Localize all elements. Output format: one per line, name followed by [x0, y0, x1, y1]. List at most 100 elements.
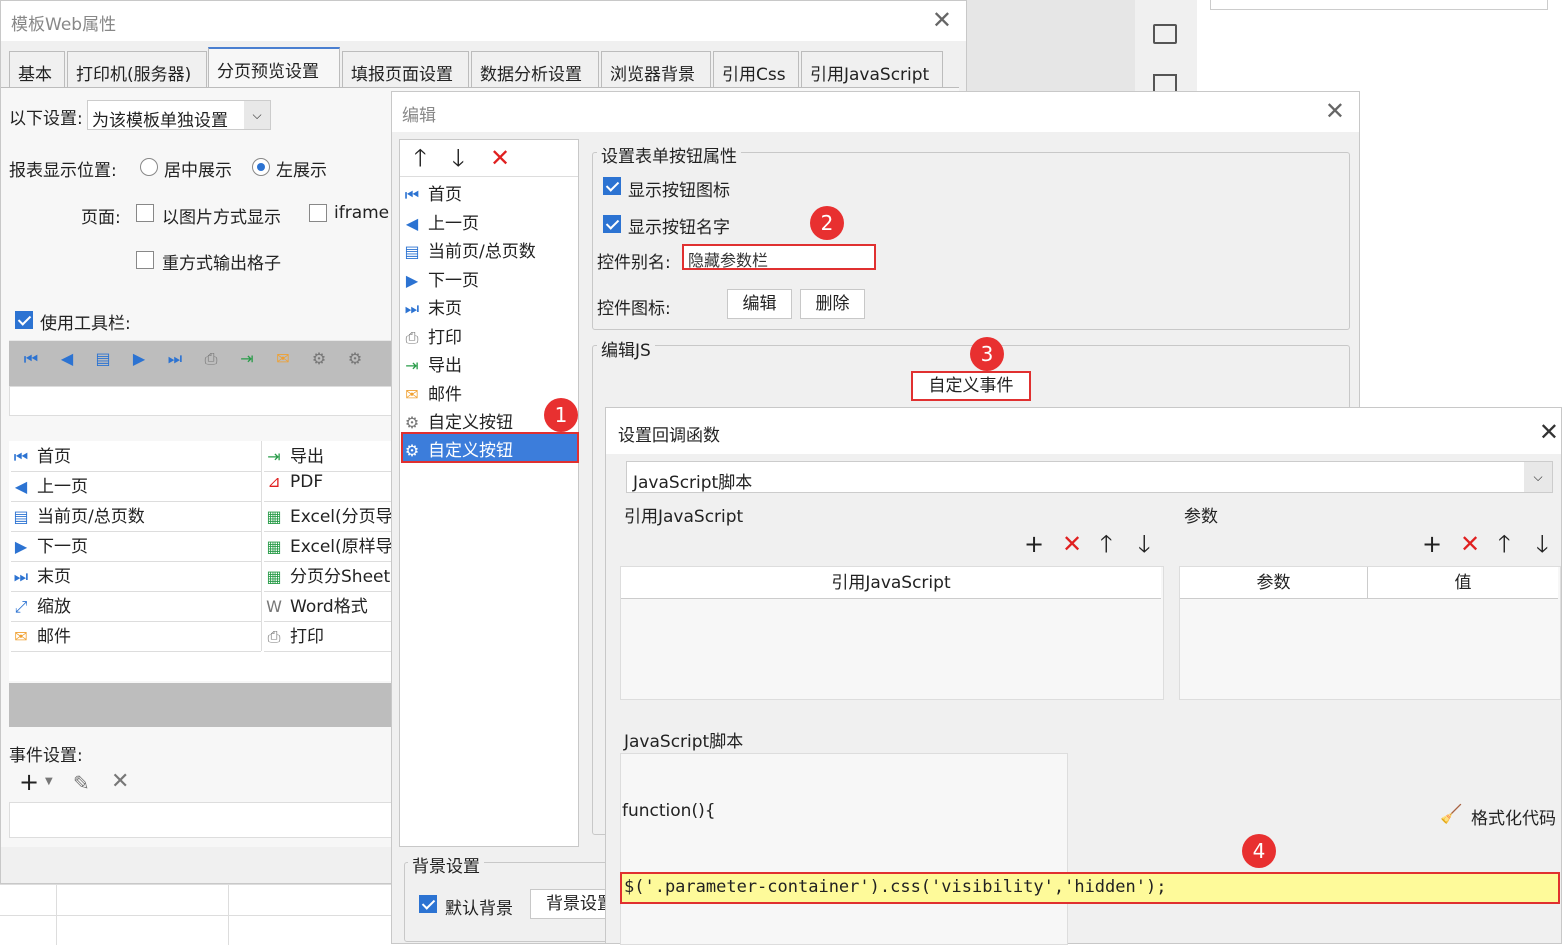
- close-icon[interactable]: ✕: [1325, 97, 1345, 125]
- step-badge-4: 4: [1242, 834, 1276, 868]
- list-item[interactable]: ⚙ 自定义按钮: [402, 408, 513, 433]
- broom-icon[interactable]: 🧹: [1440, 804, 1462, 825]
- move-up-icon[interactable]: 🡑: [414, 146, 426, 170]
- event-settings-label: 事件设置:: [9, 746, 83, 766]
- gear-icon-2[interactable]: ⚙: [341, 347, 369, 371]
- list-item[interactable]: ▶ 下一页: [402, 266, 479, 291]
- edit-js-label: 编辑JS: [597, 336, 655, 361]
- tab-basic[interactable]: 基本: [9, 51, 65, 87]
- event-list: [9, 802, 392, 838]
- script-label: JavaScript脚本: [624, 732, 744, 752]
- list-item[interactable]: ◀ 上一页: [402, 209, 479, 234]
- grid-output-checkbox[interactable]: [136, 251, 154, 269]
- side-panel-icon-2[interactable]: [1153, 74, 1177, 92]
- title-bar: 编辑 ✕: [392, 92, 1359, 132]
- list-item[interactable]: ⇥ 导出: [264, 442, 392, 472]
- move-down-icon-2[interactable]: 🡓: [1536, 532, 1548, 556]
- tab-data-analysis[interactable]: 数据分析设置: [471, 51, 599, 87]
- tab-fill-page[interactable]: 填报页面设置: [342, 51, 469, 87]
- list-item[interactable]: ✉ 邮件: [402, 380, 462, 405]
- list-item[interactable]: ⤢ 缩放: [11, 592, 261, 622]
- delete-icon[interactable]: ✕: [1062, 532, 1082, 556]
- add-icon-2[interactable]: +: [1422, 532, 1442, 556]
- tab-javascript[interactable]: 引用JavaScript: [801, 51, 943, 87]
- add-icon[interactable]: +: [1024, 532, 1044, 556]
- delete-icon-2[interactable]: ✕: [1460, 532, 1480, 556]
- list-item[interactable]: ▤ 当前页/总页数: [402, 237, 535, 262]
- tab-browser-bg[interactable]: 浏览器背景: [601, 51, 711, 87]
- last-page-icon[interactable]: ⏭: [161, 347, 189, 371]
- move-down-icon[interactable]: 🡓: [452, 146, 464, 170]
- show-name-label: 显示按钮名字: [628, 218, 730, 238]
- move-up-icon-2[interactable]: 🡑: [1498, 532, 1510, 556]
- iframe-checkbox[interactable]: [309, 204, 327, 222]
- list-item[interactable]: ⊿ PDF: [264, 472, 392, 502]
- radio-left[interactable]: [252, 158, 270, 176]
- background-grid: [0, 884, 400, 945]
- delete-icon[interactable]: ✕: [111, 769, 129, 794]
- chevron-down-icon: ⌵: [1524, 462, 1552, 492]
- gear-icon[interactable]: ⚙: [305, 347, 333, 371]
- background-input: [1210, 0, 1548, 10]
- move-down-icon[interactable]: 🡓: [1138, 532, 1150, 556]
- list-item[interactable]: ⏮ 首页: [402, 180, 462, 205]
- tab-printer[interactable]: 打印机(服务器): [67, 51, 207, 87]
- show-icon-checkbox[interactable]: [603, 177, 621, 195]
- mail-icon[interactable]: ✉: [269, 347, 297, 371]
- position-label: 报表显示位置:: [9, 161, 117, 181]
- delete-icon[interactable]: ✕: [490, 146, 510, 170]
- pencil-icon[interactable]: ✎: [73, 771, 90, 795]
- image-display-checkbox[interactable]: [136, 204, 154, 222]
- list-item[interactable]: ▦ Excel(原样导: [264, 532, 392, 562]
- tab-css[interactable]: 引用Css: [713, 51, 799, 87]
- custom-event-button[interactable]: 自定义事件: [911, 371, 1031, 401]
- list-item[interactable]: ▶ 下一页: [11, 532, 261, 562]
- script-editor[interactable]: [620, 753, 1068, 945]
- iframe-label: iframe: [334, 203, 390, 223]
- callback-dialog: 设置回调函数 ✕ JavaScript脚本 ⌵ 引用JavaScript 参数 …: [605, 407, 1562, 945]
- dropdown-arrow-icon[interactable]: ▼: [45, 776, 53, 787]
- list-item[interactable]: ⎙ 打印: [402, 323, 462, 348]
- current-page-icon[interactable]: ▤: [89, 347, 117, 371]
- script-type-select[interactable]: JavaScript脚本 ⌵: [626, 461, 1553, 493]
- image-display-label: 以图片方式显示: [162, 208, 281, 228]
- alias-input[interactable]: 隐藏参数栏: [682, 244, 876, 270]
- settings-select[interactable]: 为该模板单独设置 ⌵: [87, 100, 271, 131]
- edit-icon-button[interactable]: 编辑: [727, 289, 792, 319]
- add-icon[interactable]: +: [19, 770, 39, 794]
- step-badge-3: 3: [970, 337, 1004, 371]
- export-icon[interactable]: ⇥: [233, 347, 261, 371]
- show-name-checkbox[interactable]: [603, 215, 621, 233]
- list-item[interactable]: ▤ 当前页/总页数: [11, 502, 261, 532]
- step-badge-2: 2: [810, 206, 844, 240]
- list-item[interactable]: ⏭ 末页: [11, 562, 261, 592]
- chevron-down-icon: ⌵: [244, 101, 270, 129]
- list-item[interactable]: ⇥ 导出: [402, 351, 462, 376]
- close-icon[interactable]: ✕: [932, 6, 952, 34]
- list-item[interactable]: ▦ 分页分Sheet: [264, 562, 392, 592]
- next-page-icon[interactable]: ▶: [125, 347, 153, 371]
- list-item[interactable]: ◀ 上一页: [11, 472, 261, 502]
- position-center-label: 居中展示: [164, 161, 232, 181]
- prev-page-icon[interactable]: ◀: [53, 347, 81, 371]
- list-item[interactable]: ✉ 邮件: [11, 622, 261, 652]
- move-up-icon[interactable]: 🡑: [1100, 532, 1112, 556]
- toolbar-list-footer: [9, 683, 392, 727]
- list-item[interactable]: W Word格式: [264, 592, 392, 622]
- first-page-icon[interactable]: ⏮: [17, 347, 45, 371]
- use-toolbar-checkbox[interactable]: [15, 311, 33, 329]
- list-item[interactable]: ⏭ 末页: [402, 294, 462, 319]
- radio-center[interactable]: [140, 158, 158, 176]
- format-code-button[interactable]: 格式化代码: [1471, 804, 1556, 829]
- close-icon[interactable]: ✕: [1539, 418, 1559, 446]
- delete-icon-button[interactable]: 删除: [800, 289, 865, 319]
- tab-pagination-preview[interactable]: 分页预览设置: [208, 47, 340, 87]
- window-title: 设置回调函数: [618, 426, 720, 446]
- list-item[interactable]: ▦ Excel(分页导: [264, 502, 392, 532]
- code-line[interactable]: $('.parameter-container').css('visibilit…: [620, 872, 1560, 904]
- default-bg-checkbox[interactable]: [419, 895, 437, 913]
- list-item[interactable]: ⏮ 首页: [11, 442, 261, 472]
- side-panel-icon[interactable]: [1153, 24, 1177, 44]
- list-item[interactable]: ⎙ 打印: [264, 622, 392, 652]
- print-icon[interactable]: ⎙: [197, 347, 225, 371]
